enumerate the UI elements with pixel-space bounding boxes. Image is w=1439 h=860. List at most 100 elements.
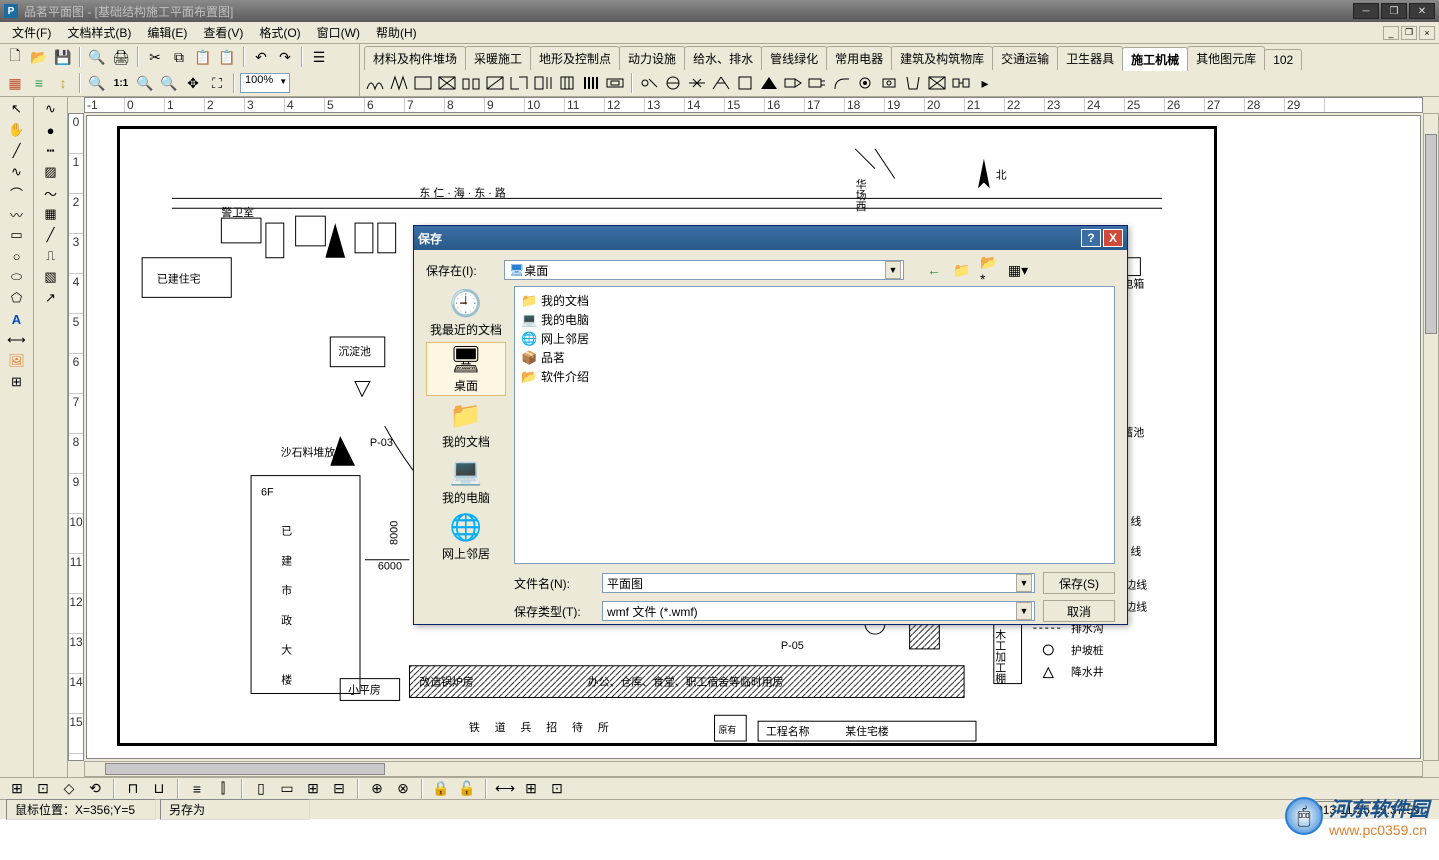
pan-icon[interactable]: ✥ — [182, 72, 204, 94]
copy-icon[interactable]: ⧉ — [168, 46, 190, 68]
menu-file[interactable]: 文件(F) — [4, 22, 59, 43]
polygon-icon[interactable]: ⬠ — [6, 288, 28, 308]
tab-heating[interactable]: 采暖施工 — [465, 46, 531, 70]
save-button[interactable]: 保存(S) — [1043, 572, 1115, 594]
new-folder-icon[interactable]: 📂* — [980, 260, 1000, 280]
cut-icon[interactable]: ✂ — [144, 46, 166, 68]
menu-docstyle[interactable]: 文档样式(B) — [59, 22, 139, 43]
menu-help[interactable]: 帮助(H) — [368, 22, 425, 43]
file-item[interactable]: 🌐网上邻居 — [519, 329, 1110, 348]
zoom-11-icon[interactable]: 1:1 — [110, 72, 132, 94]
undo-icon[interactable]: ↶ — [250, 46, 272, 68]
bt-icon-16[interactable]: 🔓 — [456, 778, 478, 800]
polyline-icon[interactable]: ∿ — [6, 162, 28, 182]
file-item[interactable]: 📂软件介绍 — [519, 367, 1110, 386]
curve-icon[interactable]: ∿ — [40, 99, 62, 119]
tab-102[interactable]: 102 — [1264, 49, 1302, 70]
zoom-window-icon[interactable]: ⛶ — [206, 72, 228, 94]
paste-icon[interactable]: 📋 — [192, 46, 214, 68]
file-item[interactable]: 💻我的电脑 — [519, 310, 1110, 329]
maximize-button[interactable]: ❐ — [1381, 3, 1407, 19]
arc-icon[interactable]: ⌒ — [6, 183, 28, 203]
file-item[interactable]: 📦品茗 — [519, 348, 1110, 367]
shape10-icon[interactable] — [580, 72, 602, 94]
shape12-icon[interactable] — [638, 72, 660, 94]
back-icon[interactable]: ← — [924, 260, 944, 280]
layers-icon[interactable]: ≡ — [28, 72, 50, 94]
tab-other[interactable]: 其他图元库 — [1187, 46, 1265, 70]
print-preview-icon[interactable]: 🔍 — [86, 46, 108, 68]
bt-icon-1[interactable]: ⊞ — [6, 778, 28, 800]
shape5-icon[interactable] — [460, 72, 482, 94]
zoom-combo[interactable]: 100% — [240, 73, 290, 93]
menu-view[interactable]: 查看(V) — [195, 22, 251, 43]
shape6-icon[interactable] — [484, 72, 506, 94]
tab-water[interactable]: 给水、排水 — [684, 46, 762, 70]
shape8-icon[interactable] — [532, 72, 554, 94]
save-icon[interactable]: 💾 — [52, 46, 74, 68]
shape11-icon[interactable] — [604, 72, 626, 94]
file-list[interactable]: 📁我的文档💻我的电脑🌐网上邻居📦品茗📂软件介绍 — [514, 286, 1115, 564]
spacing-icon[interactable]: ↕ — [52, 72, 74, 94]
place-1[interactable]: 🖥桌面 — [426, 342, 506, 396]
menu-format[interactable]: 格式(O) — [251, 22, 308, 43]
bt-icon-19[interactable]: ⊡ — [546, 778, 568, 800]
bt-icon-12[interactable]: ⊟ — [328, 778, 350, 800]
bt-icon-8[interactable]: ⫿ — [212, 778, 234, 800]
tab-sanitary[interactable]: 卫生器具 — [1057, 46, 1123, 70]
pulse-icon[interactable]: ⎍ — [40, 246, 62, 266]
save-in-combo[interactable]: 🖥 桌面 — [504, 260, 904, 280]
text-icon[interactable]: A — [6, 309, 28, 329]
bt-icon-3[interactable]: ◇ — [58, 778, 80, 800]
shape20-icon[interactable] — [830, 72, 852, 94]
shape16-icon[interactable] — [734, 72, 756, 94]
bt-icon-6[interactable]: ⊔ — [148, 778, 170, 800]
zoom-fit-icon[interactable]: 🔍 — [158, 72, 180, 94]
shape1-icon[interactable] — [364, 72, 386, 94]
shape4-icon[interactable] — [436, 72, 458, 94]
pointer-icon[interactable]: ↖ — [6, 99, 28, 119]
image-icon[interactable]: 🖼 — [6, 351, 28, 371]
dialog-close-button[interactable]: X — [1103, 229, 1123, 247]
tab-materials[interactable]: 材料及构件堆场 — [364, 46, 466, 70]
zoom-out-icon[interactable]: 🔍 — [86, 72, 108, 94]
bt-icon-2[interactable]: ⊡ — [32, 778, 54, 800]
print-icon[interactable]: 🖨 — [110, 46, 132, 68]
bt-icon-17[interactable]: ⟷ — [494, 778, 516, 800]
new-icon[interactable]: 🗋 — [4, 46, 26, 68]
hatch2-icon[interactable]: ▦ — [40, 204, 62, 224]
up-icon[interactable]: 📁 — [952, 260, 972, 280]
horizontal-scrollbar[interactable] — [84, 761, 1423, 777]
dot-icon[interactable]: ● — [40, 120, 62, 140]
tab-pipeline[interactable]: 管线绿化 — [761, 46, 827, 70]
arrow-icon[interactable]: ↗ — [40, 288, 62, 308]
filetype-combo[interactable]: wmf 文件 (*.wmf) — [602, 601, 1035, 621]
tab-power[interactable]: 动力设施 — [619, 46, 685, 70]
ellipse-icon[interactable]: ⬭ — [6, 267, 28, 287]
layer-icon[interactable]: ▦ — [4, 72, 26, 94]
block-icon[interactable]: ⊞ — [6, 372, 28, 392]
dash-icon[interactable]: ┅ — [40, 141, 62, 161]
shape9-icon[interactable] — [556, 72, 578, 94]
shape7-icon[interactable] — [508, 72, 530, 94]
shape21-icon[interactable] — [854, 72, 876, 94]
line-icon[interactable]: ╱ — [6, 141, 28, 161]
tab-terrain[interactable]: 地形及控制点 — [530, 46, 620, 70]
wave-icon[interactable]: 〜 — [40, 183, 62, 203]
shape23-icon[interactable] — [902, 72, 924, 94]
tab-electric[interactable]: 常用电器 — [826, 46, 892, 70]
zoom-in-icon[interactable]: 🔍 — [134, 72, 156, 94]
bt-icon-7[interactable]: ≡ — [186, 778, 208, 800]
dim-icon[interactable]: ⟷ — [6, 330, 28, 350]
place-2[interactable]: 📁我的文档 — [426, 398, 506, 452]
minimize-button[interactable]: ─ — [1353, 3, 1379, 19]
hand-icon[interactable]: ✋ — [6, 120, 28, 140]
bt-icon-15[interactable]: 🔒 — [430, 778, 452, 800]
menu-window[interactable]: 窗口(W) — [309, 22, 368, 43]
open-icon[interactable]: 📂 — [28, 46, 50, 68]
list-icon[interactable]: ☰ — [308, 46, 330, 68]
bt-icon-14[interactable]: ⊗ — [392, 778, 414, 800]
circle-icon[interactable]: ○ — [6, 246, 28, 266]
mdi-minimize-button[interactable]: _ — [1383, 26, 1399, 40]
mdi-close-button[interactable]: × — [1419, 26, 1435, 40]
